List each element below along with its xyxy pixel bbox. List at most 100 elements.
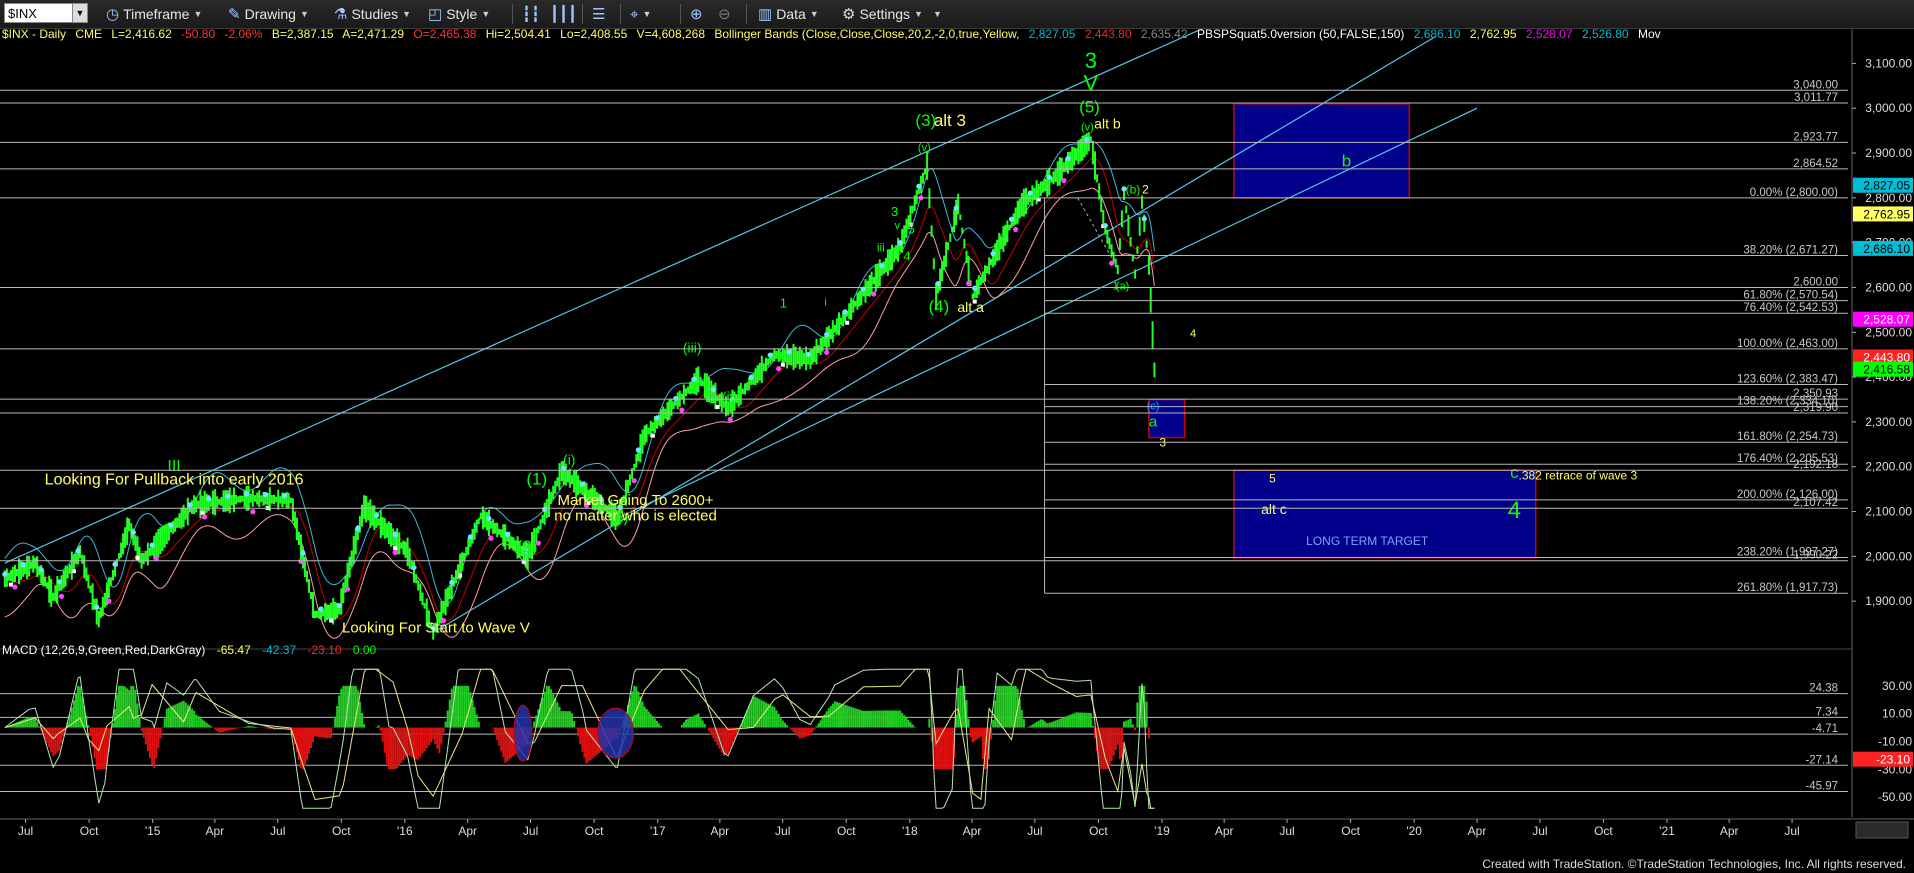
signal-dot <box>635 447 641 453</box>
style-button[interactable]: ◰ Style ▼ <box>428 3 490 25</box>
time-tick-label: Apr <box>206 824 225 838</box>
symbol-dropdown-icon[interactable]: ▼ <box>72 4 87 22</box>
zoom-in-button[interactable]: ⊕ <box>690 3 703 25</box>
signal-dot <box>336 603 342 609</box>
data-button[interactable]: ▥ Data ▼ <box>758 3 819 25</box>
chart-area[interactable]: 3V(5)(v) alt b(b) 2(3)alt 3(v)3v 5iii4(4) al… <box>0 29 1914 857</box>
signal-dot <box>776 366 782 372</box>
level-label: 261.80% (1,917.73) <box>1737 582 1838 594</box>
bar-spacing-increase-button[interactable]: ┃┃┃ <box>550 3 577 25</box>
bar-spacing-decrease-button[interactable]: ┇┇ <box>522 3 540 25</box>
macd-tick-label: 30.00 <box>1882 679 1912 693</box>
time-tick-label: Jul <box>1532 824 1547 838</box>
time-tick-label: '20 <box>1406 824 1422 838</box>
scroll-handle <box>1855 821 1909 839</box>
studies-button[interactable]: ⚗ Studies ▼ <box>334 3 411 25</box>
header-more: Mov <box>1638 29 1661 41</box>
chevron-down-icon: ▼ <box>914 9 923 19</box>
price-tick-label: 2,300.00 <box>1865 415 1912 429</box>
chevron-down-icon: ▼ <box>402 9 412 19</box>
wave-label: (4) <box>928 297 949 316</box>
wave-label: (5) <box>1079 98 1100 117</box>
macd-level-label: -27.14 <box>1805 754 1838 766</box>
signal-dot <box>244 491 250 497</box>
signal-square <box>715 405 720 410</box>
header-bb-upper: 2,827.05 <box>1029 29 1076 41</box>
toolbar-divider <box>680 4 681 24</box>
drawing-button[interactable]: ✎ Drawing ▼ <box>228 3 309 25</box>
time-tick-label: Oct <box>837 824 856 838</box>
symbol-input[interactable]: $INX ▼ <box>4 3 88 23</box>
time-tick-label: Apr <box>711 824 730 838</box>
wave-label: (2) <box>517 537 538 556</box>
zoom-out-button[interactable]: ⊖ <box>718 3 731 25</box>
macd-level-label: 24.38 <box>1809 683 1838 695</box>
time-tick-label: '18 <box>902 824 918 838</box>
macd-level-label: -45.97 <box>1805 780 1838 792</box>
signal-dot <box>392 531 398 538</box>
moving-average-line <box>4 157 1155 622</box>
wave-label: (1) <box>526 470 547 489</box>
signal-dot <box>56 579 63 585</box>
toolbar-divider <box>582 4 583 24</box>
signal-dot <box>824 349 830 356</box>
header-bollinger: Bollinger Bands (Close,Close,Close,20,2,… <box>714 29 1019 41</box>
gear-icon: ⚙ <box>842 6 856 23</box>
wave-label: (iii) <box>683 339 702 355</box>
layout-button[interactable]: ☰ <box>592 3 605 25</box>
header-exchange: CME <box>75 29 102 41</box>
signal-square <box>135 555 140 560</box>
level-label: 0.00% (2,800.00) <box>1750 187 1838 199</box>
symbol-text: $INX <box>8 5 37 21</box>
settings-button[interactable]: ⚙ Settings ▼ ▼ <box>842 3 942 25</box>
macd-axis[interactable]: 30.0010.00-10.00-30.00-50.00-23.10 <box>1851 650 1914 815</box>
price-badge-label: 2,827.05 <box>1863 179 1910 193</box>
timeframe-button[interactable]: ◷ Timeframe ▼ <box>106 3 202 25</box>
level-label: 76.40% (2,542.53) <box>1743 302 1838 314</box>
signal-dot <box>467 534 474 540</box>
macd-header: MACD (12,26,9,Green,Red,DarkGray) -65.47… <box>2 643 377 657</box>
macd-value-2: -42.37 <box>262 643 296 657</box>
signal-dot <box>298 558 304 564</box>
macd-value-1: -65.47 <box>217 643 251 657</box>
price-tick-label: 2,100.00 <box>1865 505 1912 519</box>
studies-label: Studies <box>351 6 399 22</box>
price-tick-label: 2,800.00 <box>1865 191 1912 205</box>
signal-square <box>650 433 655 438</box>
style-icon: ◰ <box>428 6 443 23</box>
layout-icon: ☰ <box>592 6 606 23</box>
signal-dot <box>673 395 679 402</box>
signal-dot <box>300 550 306 556</box>
chevron-down-icon: ▼ <box>809 9 819 19</box>
signal-dot <box>149 542 155 548</box>
wave-label: 2 <box>1142 182 1149 196</box>
time-axis[interactable]: Jul Oct '15 Apr Jul Oct '16 Apr Jul Oct '17 Apr Jul O… <box>0 818 1914 839</box>
header-pbs: PBSPSquat5.0version (50,FALSE,150) <box>1197 29 1404 41</box>
cursor-button[interactable]: ⌖ ▼ <box>630 3 651 25</box>
signal-square <box>71 569 76 574</box>
time-tick-label: '16 <box>397 824 413 838</box>
signal-dot <box>691 376 697 382</box>
signal-dot <box>748 374 754 380</box>
time-tick-label: Jul <box>1279 824 1294 838</box>
time-tick-label: Jul <box>1027 824 1042 838</box>
signal-dot <box>504 531 510 537</box>
signal-dot <box>871 291 877 297</box>
zoom-out-icon: ⊖ <box>718 6 731 23</box>
level-label: 3,011.77 <box>1794 92 1838 104</box>
chevron-down-icon: ▼ <box>193 9 203 19</box>
header-bid: B=2,387.15 <box>272 29 334 41</box>
signal-square <box>8 582 13 587</box>
signal-dot <box>449 579 455 586</box>
time-tick-label: Oct <box>1089 824 1108 838</box>
wave-label: (v) <box>1081 122 1094 134</box>
wave-label: 5 <box>1269 471 1276 485</box>
wave-label: LONG TERM TARGET <box>1306 534 1429 548</box>
signal-dot <box>1046 174 1052 180</box>
time-tick-label: Apr <box>963 824 982 838</box>
level-label: 3,040.00 <box>1793 79 1838 91</box>
signal-dot <box>344 586 351 592</box>
price-tick-label: 3,000.00 <box>1865 101 1912 115</box>
time-tick-label: Apr <box>1468 824 1487 838</box>
price-badge-label: 2,686.10 <box>1863 242 1910 256</box>
